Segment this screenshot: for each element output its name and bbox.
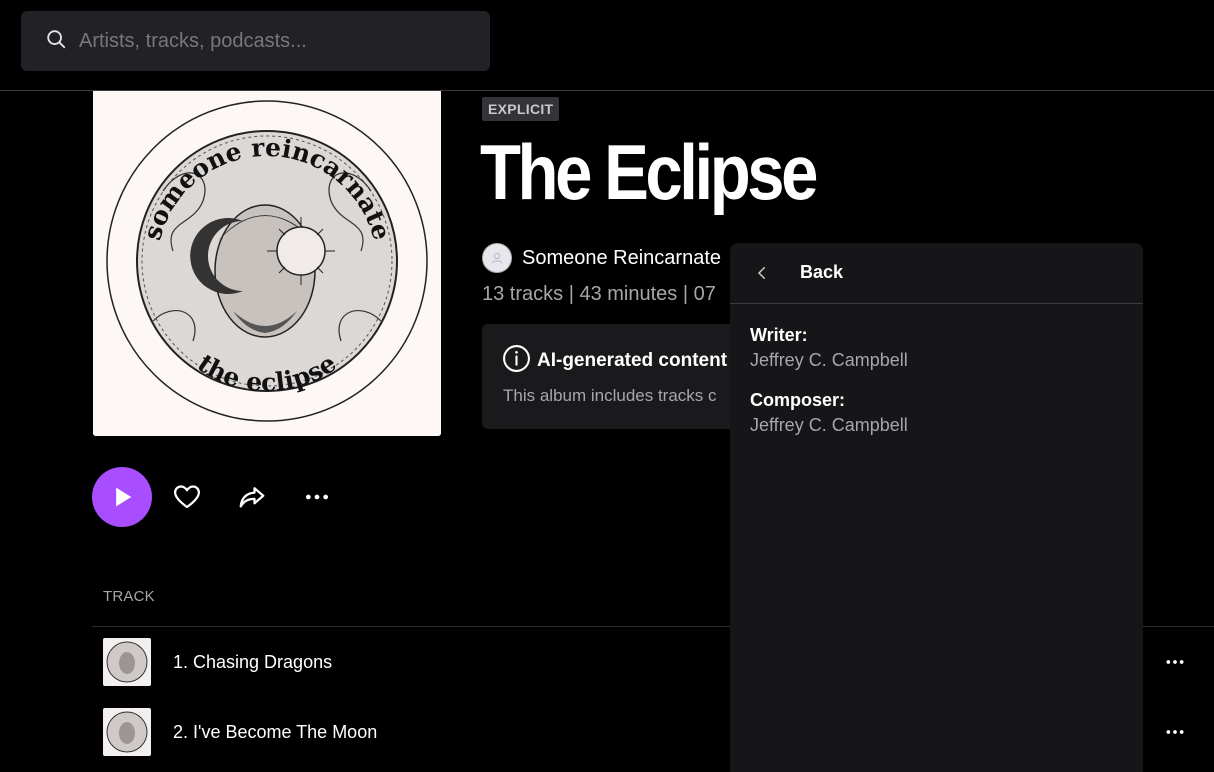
ai-notice-title: AI-generated content bbox=[537, 350, 728, 371]
track-thumbnail bbox=[103, 708, 151, 756]
play-icon bbox=[116, 487, 132, 507]
artist-name[interactable]: Someone Reincarnate bbox=[522, 247, 721, 270]
panel-divider bbox=[730, 303, 1143, 304]
search-input[interactable] bbox=[79, 29, 459, 53]
track-more-button[interactable] bbox=[1162, 716, 1188, 748]
explicit-badge: EXPLICIT bbox=[482, 97, 560, 121]
share-arrow-icon bbox=[239, 487, 265, 508]
track-title[interactable]: 2. I've Become The Moon bbox=[173, 722, 377, 743]
album-cover-art: someone reincarnate the eclipse bbox=[93, 91, 441, 436]
share-button[interactable] bbox=[236, 481, 268, 513]
artist-link[interactable]: Someone Reincarnate bbox=[482, 243, 721, 273]
ai-notice-text: This album includes tracks c bbox=[503, 386, 717, 405]
search-bar[interactable] bbox=[21, 11, 490, 71]
more-dots-icon bbox=[305, 494, 329, 500]
heart-icon bbox=[174, 485, 200, 509]
track-more-button[interactable] bbox=[1162, 646, 1188, 678]
artist-avatar-icon bbox=[482, 243, 512, 273]
play-button[interactable] bbox=[92, 467, 152, 527]
track-column-header: TRACK bbox=[103, 588, 155, 605]
credit-name-composer: Jeffrey C. Campbell bbox=[750, 415, 908, 435]
credit-name-writer: Jeffrey C. Campbell bbox=[750, 350, 908, 370]
more-dots-icon bbox=[1166, 660, 1184, 664]
like-button[interactable] bbox=[171, 481, 203, 513]
chevron-left-icon bbox=[750, 261, 774, 285]
credit-role-writer: Writer: bbox=[750, 325, 808, 345]
more-dots-icon bbox=[1166, 730, 1184, 734]
album-title: The Eclipse bbox=[480, 128, 818, 216]
more-options-button[interactable] bbox=[301, 481, 333, 513]
credit-role-composer: Composer: bbox=[750, 390, 846, 410]
back-label[interactable]: Back bbox=[800, 262, 843, 283]
credits-back-button[interactable]: Back bbox=[730, 243, 1143, 303]
track-thumbnail bbox=[103, 638, 151, 686]
track-title[interactable]: 1. Chasing Dragons bbox=[173, 652, 332, 673]
info-icon bbox=[502, 344, 531, 378]
album-meta: 13 tracks | 43 minutes | 07 bbox=[482, 283, 716, 305]
search-icon bbox=[45, 28, 67, 55]
credits-panel: Back Writer: Jeffrey C. Campbell Compose… bbox=[730, 243, 1143, 772]
